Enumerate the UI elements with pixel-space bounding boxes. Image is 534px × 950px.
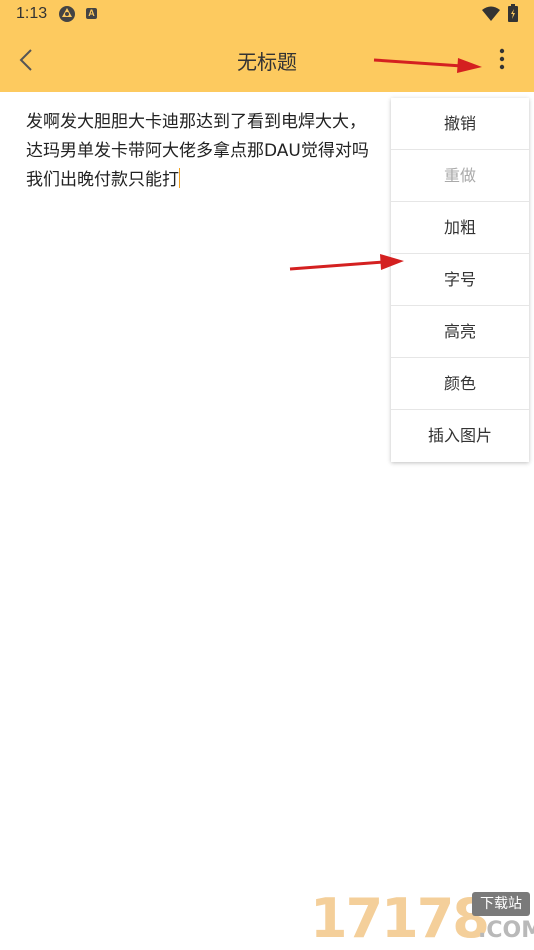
note-editor[interactable]: 发啊发大胆胆大卡迪那达到了看到电焊大大， 达玛男单发卡带阿大佬多拿点那DAU觉得…: [26, 108, 406, 195]
status-bar: 1:13 A: [0, 0, 534, 28]
watermark-digits: 17178: [310, 887, 490, 950]
status-time: 1:13: [16, 5, 48, 22]
annotation-arrow-icon: [289, 254, 404, 271]
site-watermark: 17178 下载站 .COM: [310, 887, 534, 950]
overflow-menu: 撤销 重做 加粗 字号 高亮 颜色 插入图片: [391, 98, 529, 462]
menu-item-font-size[interactable]: 字号: [391, 254, 529, 306]
battery-icon: [508, 4, 518, 22]
editor-line: 我们出晚付款只能打: [26, 166, 406, 195]
annotation-arrow-icon: [373, 58, 482, 73]
wifi-icon: [482, 6, 500, 21]
watermark-suffix: .COM: [478, 918, 534, 943]
app-notification-icon: [59, 6, 75, 22]
watermark-badge: 下载站: [472, 892, 530, 916]
more-options-icon[interactable]: [488, 42, 516, 78]
editor-line: 发啊发大胆胆大卡迪那达到了看到电焊大大，: [26, 112, 366, 132]
menu-item-undo[interactable]: 撤销: [391, 98, 529, 150]
a-notification-icon: A: [86, 8, 97, 19]
text-cursor: [179, 168, 180, 188]
menu-item-highlight[interactable]: 高亮: [391, 306, 529, 358]
menu-item-bold[interactable]: 加粗: [391, 202, 529, 254]
editor-line: 达玛男单发卡带阿大佬多拿点那DAU觉得对吗: [26, 141, 369, 161]
menu-item-insert-image[interactable]: 插入图片: [391, 410, 529, 462]
menu-item-color[interactable]: 颜色: [391, 358, 529, 410]
menu-item-redo[interactable]: 重做: [391, 150, 529, 202]
editor-line-text: 我们出晚付款只能打: [26, 170, 179, 190]
